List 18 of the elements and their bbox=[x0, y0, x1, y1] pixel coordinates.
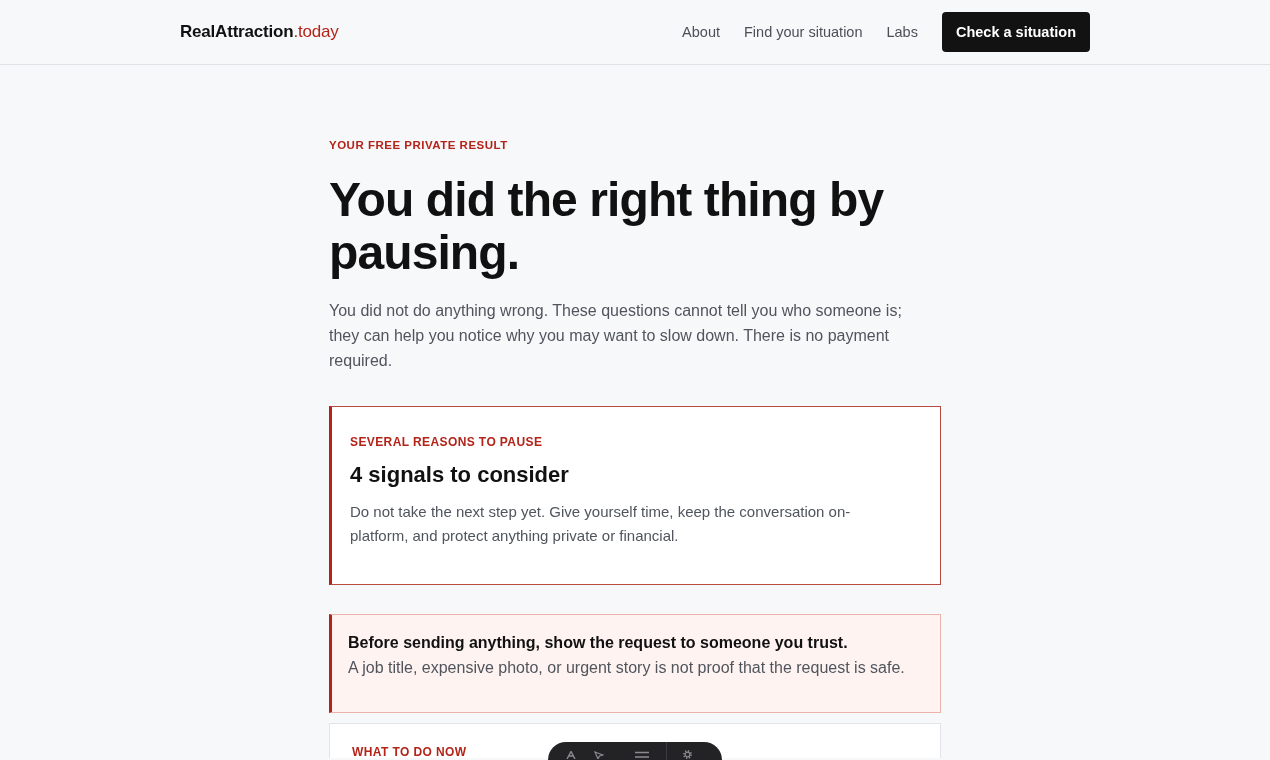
card-title: Before sending anything, show the request to someone you trust. bbox=[348, 633, 849, 653]
lines-icon[interactable] bbox=[634, 751, 650, 759]
card-text: A job title, expensive photo, or urgent story is not proof that the request is safe. bbox=[348, 658, 906, 678]
page-heading: You did the right thing by pausing. bbox=[329, 173, 885, 279]
eyebrow-label: YOUR FREE PRIVATE RESULT bbox=[329, 138, 508, 153]
card-title: 4 signals to consider bbox=[350, 461, 570, 489]
nav-link[interactable]: Find your situation bbox=[744, 24, 863, 40]
card-eyebrow: SEVERAL REASONS TO PAUSE bbox=[350, 434, 543, 450]
letter-a-icon[interactable] bbox=[566, 751, 576, 759]
nav-link[interactable]: About bbox=[682, 24, 720, 40]
pointer-icon[interactable] bbox=[594, 751, 604, 759]
gear-icon[interactable] bbox=[683, 750, 692, 759]
check-situation-button[interactable]: Check a situation bbox=[941, 12, 1090, 52]
site-logo[interactable]: RealAttraction.today bbox=[180, 22, 339, 42]
intro-paragraph: You did not do anything wrong. These questions cannot tell you who someone is; they can help you notice why you may want to slow down. There is no payment required. bbox=[329, 301, 903, 371]
card-text: Do not take the next step yet. Give yourself time, keep the conversation on-platform, and protect anything private or financial. bbox=[350, 502, 852, 546]
nav-link[interactable]: Labs bbox=[886, 24, 918, 40]
card-eyebrow: WHAT TO DO NOW bbox=[352, 746, 467, 758]
